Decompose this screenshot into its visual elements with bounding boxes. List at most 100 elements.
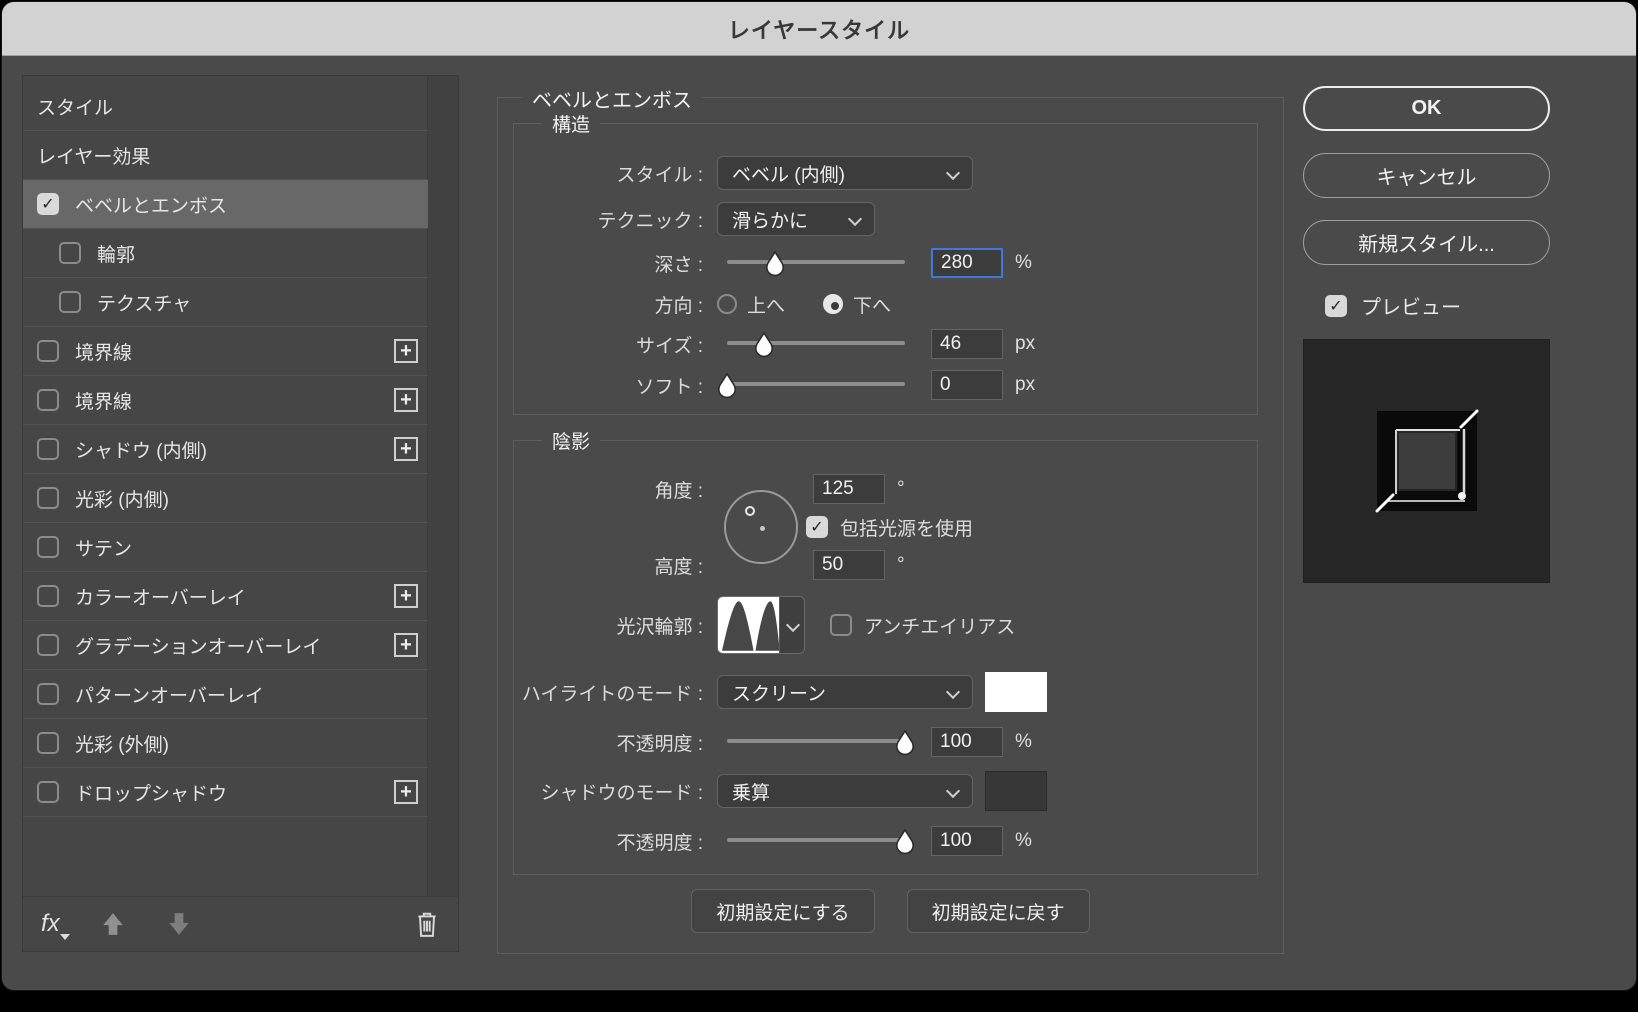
- soften-input[interactable]: [931, 370, 1003, 400]
- make-default-button[interactable]: 初期設定にする: [691, 889, 875, 933]
- depth-slider[interactable]: [727, 248, 905, 278]
- direction-down-radio[interactable]: [823, 294, 844, 314]
- sidebar-item[interactable]: 境界線 +: [23, 327, 428, 376]
- slider-track: [727, 838, 905, 842]
- add-effect-button[interactable]: +: [394, 780, 418, 804]
- effect-checkbox[interactable]: [37, 340, 59, 362]
- soften-label: ソフト :: [635, 376, 703, 398]
- sidebar-item-label: 境界線: [75, 342, 133, 364]
- style-select[interactable]: ベベル (内側): [717, 156, 973, 190]
- slider-thumb-icon[interactable]: [753, 332, 775, 358]
- sidebar-item[interactable]: ✓ ベベルとエンボス: [23, 180, 428, 229]
- layer-style-dialog: レイヤースタイル スタイル レイヤー効果 ✓ ベベルとエンボス 輪郭 テクスチャ 境界線 + 境…: [2, 2, 1636, 990]
- sidebar-item[interactable]: 境界線 +: [23, 376, 428, 425]
- altitude-input[interactable]: [813, 550, 885, 580]
- effect-checkbox[interactable]: [59, 242, 81, 264]
- shadow-opacity-input[interactable]: [931, 826, 1003, 856]
- add-effect-button[interactable]: +: [394, 584, 418, 608]
- direction-down-label: 下へ: [853, 295, 892, 317]
- size-label: サイズ :: [636, 335, 703, 357]
- sidebar-item[interactable]: シャドウ (内側) +: [23, 425, 428, 474]
- dialog-titlebar[interactable]: レイヤースタイル: [2, 2, 1636, 56]
- sidebar-item[interactable]: カラーオーバーレイ +: [23, 572, 428, 621]
- slider-thumb-icon[interactable]: [716, 373, 738, 399]
- shadow-mode-value: 乗算: [732, 782, 771, 804]
- move-up-icon[interactable]: [100, 911, 126, 937]
- slider-thumb-icon[interactable]: [764, 251, 786, 277]
- global-light-label: 包括光源を使用: [840, 518, 974, 540]
- sidebar-item-label: パターンオーバーレイ: [75, 685, 264, 707]
- angle-input[interactable]: [813, 474, 885, 504]
- sidebar-item-label: ドロップシャドウ: [75, 783, 228, 805]
- sidebar-item[interactable]: グラデーションオーバーレイ +: [23, 621, 428, 670]
- highlight-mode-select[interactable]: スクリーン: [717, 675, 973, 709]
- add-effect-button[interactable]: +: [394, 388, 418, 412]
- highlight-color-swatch[interactable]: [985, 672, 1047, 712]
- sidebar-item[interactable]: スタイル: [23, 82, 428, 131]
- ok-button[interactable]: OK: [1303, 86, 1550, 131]
- fx-label: fx: [41, 910, 60, 937]
- add-effect-button[interactable]: +: [394, 339, 418, 363]
- sidebar-item[interactable]: サテン: [23, 523, 428, 572]
- effect-checkbox[interactable]: ✓: [37, 193, 59, 215]
- effect-checkbox[interactable]: [37, 732, 59, 754]
- effect-checkbox[interactable]: [37, 438, 59, 460]
- cancel-button[interactable]: キャンセル: [1303, 153, 1550, 198]
- gloss-contour-picker[interactable]: [717, 596, 805, 654]
- effect-checkbox[interactable]: [37, 389, 59, 411]
- sidebar-item-label: 境界線: [75, 391, 133, 413]
- highlight-mode-label: ハイライトのモード :: [521, 683, 703, 705]
- soften-unit: px: [1015, 374, 1036, 395]
- structure-group: 構造 スタイル : ベベル (内側) テクニック : 滑らかに 深さ : 280…: [513, 110, 1258, 415]
- contour-dropdown[interactable]: [779, 597, 804, 653]
- slider-track: [727, 260, 905, 264]
- highlight-opacity-input[interactable]: [931, 727, 1003, 757]
- new-style-button[interactable]: 新規スタイル...: [1303, 220, 1550, 265]
- move-down-icon[interactable]: [166, 911, 192, 937]
- shadow-color-swatch[interactable]: [985, 771, 1047, 811]
- sidebar-item[interactable]: 光彩 (内側): [23, 474, 428, 523]
- antialias-checkbox[interactable]: [830, 614, 852, 636]
- fx-menu-button[interactable]: fx: [41, 910, 70, 940]
- size-unit: px: [1015, 333, 1036, 354]
- technique-select[interactable]: 滑らかに: [717, 202, 875, 236]
- effect-checkbox[interactable]: [37, 683, 59, 705]
- sidebar-item[interactable]: ドロップシャドウ +: [23, 768, 428, 817]
- effect-checkbox[interactable]: [37, 585, 59, 607]
- shading-group: 陰影 角度 : ° ✓ 包括光源を使用 高度 : ° 光沢輪郭: [513, 427, 1258, 875]
- depth-input[interactable]: [931, 248, 1003, 278]
- shadow-mode-select[interactable]: 乗算: [717, 774, 973, 808]
- sidebar-scrollbar-track[interactable]: [427, 76, 458, 897]
- sidebar-item-label: カラーオーバーレイ: [75, 587, 246, 609]
- size-input[interactable]: [931, 329, 1003, 359]
- slider-thumb-icon[interactable]: [894, 829, 916, 855]
- size-slider[interactable]: [727, 329, 905, 359]
- sidebar-item-label: 輪郭: [97, 244, 136, 266]
- sidebar-item[interactable]: 輪郭: [23, 229, 428, 278]
- effect-checkbox[interactable]: [37, 487, 59, 509]
- sidebar-item[interactable]: 光彩 (外側): [23, 719, 428, 768]
- direction-up-radio[interactable]: [717, 294, 737, 314]
- preview-checkbox[interactable]: ✓: [1325, 294, 1347, 317]
- shadow-mode-row: シャドウのモード : 乗算: [514, 768, 1257, 814]
- sidebar-item[interactable]: パターンオーバーレイ: [23, 670, 428, 719]
- slider-thumb-icon[interactable]: [894, 730, 916, 756]
- sidebar-item[interactable]: テクスチャ: [23, 278, 428, 327]
- delete-effect-icon[interactable]: [414, 910, 440, 938]
- add-effect-button[interactable]: +: [394, 633, 418, 657]
- effect-checkbox[interactable]: [59, 291, 81, 313]
- highlight-opacity-slider[interactable]: [727, 727, 914, 757]
- effect-checkbox[interactable]: [37, 781, 59, 803]
- soften-slider[interactable]: [718, 370, 905, 400]
- sidebar-item[interactable]: レイヤー効果: [23, 131, 428, 180]
- chevron-down-icon: [947, 786, 958, 797]
- add-effect-button[interactable]: +: [394, 437, 418, 461]
- global-light-checkbox[interactable]: ✓: [806, 516, 828, 538]
- effect-checkbox[interactable]: [37, 536, 59, 558]
- style-select-value: ベベル (内側): [732, 164, 845, 186]
- shadow-opacity-slider[interactable]: [727, 826, 914, 856]
- reset-default-button[interactable]: 初期設定に戻す: [906, 889, 1090, 933]
- chevron-down-icon: [849, 214, 860, 225]
- effect-checkbox[interactable]: [37, 634, 59, 656]
- gloss-contour-thumbnail: [718, 597, 780, 653]
